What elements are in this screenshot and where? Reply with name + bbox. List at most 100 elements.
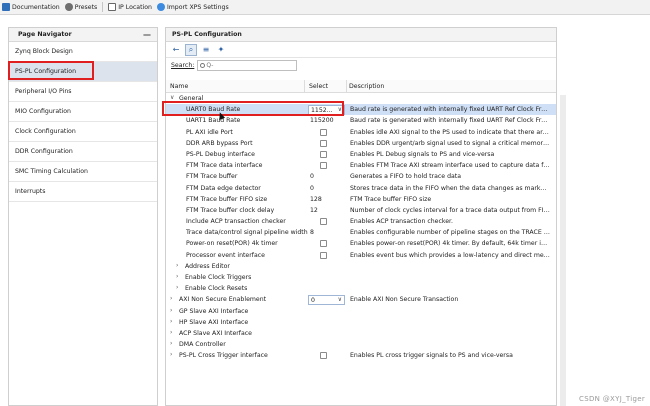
column-divider[interactable] (304, 80, 305, 93)
expand-all-icon[interactable]: ✦ (215, 44, 227, 56)
tree-row-label: UART1 Baud Rate (186, 117, 241, 125)
tree-row[interactable]: › ACP Slave AXI Interface (166, 328, 556, 339)
chevron-right-icon[interactable]: › (170, 340, 172, 347)
tree-row[interactable]: Trace data/control signal pipeline width… (166, 227, 556, 238)
select-dropdown[interactable]: 0 ∨ (308, 295, 345, 306)
select-value[interactable]: 12 (310, 207, 318, 214)
row-description: Enables PL cross trigger signals to PS a… (350, 352, 513, 360)
row-description: Enables idle AXI signal to the PS used t… (350, 128, 550, 136)
search-icon[interactable]: ⌕ (185, 43, 197, 56)
tree-row[interactable]: › Enable Clock Triggers (166, 272, 556, 283)
tree-row[interactable]: › PS-PL Cross Trigger interface Enables PL… (166, 350, 556, 361)
select-value[interactable]: 115200 (310, 117, 334, 124)
page-navigator: Page Navigator — Zynq Block Design PS-PL … (8, 27, 158, 406)
tree-row-label: HP Slave AXI Interface (179, 318, 249, 326)
column-divider[interactable] (346, 80, 347, 93)
nav-item[interactable]: Interrupts (9, 182, 157, 202)
checkbox[interactable] (320, 162, 327, 170)
presets-button[interactable]: Presets (64, 3, 97, 11)
checkbox[interactable] (320, 352, 327, 360)
nav-item[interactable]: Clock Configuration (9, 122, 157, 142)
documentation-button[interactable]: Documentation (2, 3, 60, 11)
row-description: Enables DDR urgent/arb signal used to si… (350, 139, 550, 147)
nav-item[interactable]: MIO Configuration (9, 102, 157, 122)
tree-row[interactable]: › DMA Controller (166, 339, 556, 350)
select-value[interactable]: 128 (310, 196, 322, 203)
chevron-down-icon[interactable]: ∨ (170, 94, 174, 101)
tree-row[interactable]: › HP Slave AXI Interface (166, 317, 556, 328)
row-description: Baud rate is generated with internally f… (350, 117, 550, 125)
tree-row[interactable]: › Address Editor (166, 261, 556, 272)
back-arrow-icon[interactable]: ← (170, 44, 182, 56)
checkbox[interactable] (320, 139, 327, 147)
tree-row-label: Enable Clock Triggers (185, 274, 252, 281)
tree-row[interactable]: DDR ARB bypass Port Enables DDR urgent/ar… (166, 138, 556, 149)
tree-row-label: PS-PL Debug interface (186, 150, 255, 158)
row-description: Stores trace data in the FIFO when the d… (350, 184, 550, 192)
chevron-right-icon[interactable]: › (170, 329, 172, 336)
checkbox[interactable] (320, 240, 327, 248)
select-value[interactable]: 0 (310, 173, 314, 180)
nav-item[interactable]: Zynq Block Design (9, 42, 157, 62)
nav-item[interactable]: Peripheral I/O Pins (9, 82, 157, 102)
tree-row-label: DMA Controller (179, 341, 226, 349)
search-input[interactable] (206, 62, 287, 69)
checkbox[interactable] (320, 251, 327, 259)
tree-row[interactable]: PL AXI idle Port Enables idle AXI signal … (166, 127, 556, 138)
chevron-right-icon[interactable]: › (170, 318, 172, 325)
tree-row[interactable]: › AXI Non Secure Enablement 0 ∨ Enable AXI N… (166, 294, 556, 306)
tree-row-label: DDR ARB bypass Port (186, 139, 253, 147)
checkbox[interactable] (320, 128, 327, 136)
nav-item[interactable]: SMC Timing Calculation (9, 162, 157, 182)
page-navigator-header: Page Navigator — (9, 28, 157, 42)
chevron-right-icon[interactable]: › (176, 284, 178, 291)
tree-row-label: PL AXI idle Port (186, 128, 233, 136)
tree-row[interactable]: Include ACP transaction checker Enables A… (166, 216, 556, 227)
select-value[interactable]: 8 (310, 229, 314, 236)
import-xps-button[interactable]: Import XPS Settings (156, 3, 229, 11)
panel-menu-icon[interactable]: — (143, 30, 152, 39)
chevron-right-icon[interactable]: › (170, 295, 172, 302)
tree-row[interactable]: FTM Trace buffer 0 Generates a FIFO to hol… (166, 171, 556, 182)
tree-toolbar: ← ⌕ ≡ ✦ (166, 42, 556, 58)
ip-location-button[interactable]: IP Location (108, 3, 152, 11)
tree-row[interactable]: Power-on reset(POR) 4k timer Enables powe… (166, 238, 556, 249)
tree-row[interactable]: Processor event interface Enables event b… (166, 250, 556, 261)
row-description: Enables PL Debug signals to PS and vice-… (350, 150, 495, 158)
highlight-box (162, 101, 344, 116)
tree-row[interactable]: › Enable Clock Resets (166, 283, 556, 294)
collapse-all-icon[interactable]: ≡ (200, 44, 212, 56)
dropdown-value: 0 (311, 297, 315, 305)
tree-row[interactable]: FTM Trace data interface Enables FTM Trac… (166, 160, 556, 171)
row-description: Enables event bus which provides a low-l… (350, 251, 550, 259)
watermark: CSDN @XYJ_Tiger (579, 395, 645, 403)
chevron-right-icon[interactable]: › (170, 307, 172, 314)
tree-row-label: Power-on reset(POR) 4k timer (186, 240, 278, 248)
search-field[interactable] (197, 60, 298, 71)
column-headers: Name Select Description (166, 80, 556, 93)
tree-row[interactable]: FTM Data edge detector 0 Stores trace data… (166, 183, 556, 194)
import-icon (156, 3, 165, 11)
nav-item[interactable]: DDR Configuration (9, 142, 157, 162)
tree-row-label: FTM Trace data interface (186, 162, 263, 170)
checkbox[interactable] (320, 218, 327, 226)
tree-row[interactable]: FTM Trace buffer clock delay 12 Number of … (166, 205, 556, 216)
chevron-right-icon[interactable]: › (176, 273, 178, 280)
toolbar-divider (102, 2, 104, 12)
row-description: Number of clock cycles interval for a tr… (350, 206, 550, 214)
tree-row[interactable]: PS-PL Debug interface Enables PL Debug si… (166, 149, 556, 160)
tree-row[interactable]: › GP Slave AXI Interface (166, 306, 556, 317)
tree-row-label: FTM Data edge detector (186, 184, 261, 192)
chevron-right-icon[interactable]: › (170, 351, 172, 358)
tree-row-label: GP Slave AXI Interface (179, 307, 249, 315)
tree-row-label: FTM Trace buffer (186, 173, 238, 181)
row-description: Enable AXI Non Secure Transaction (350, 296, 459, 304)
tree-row[interactable]: FTM Trace buffer FIFO size 128 FTM Trace b… (166, 194, 556, 205)
row-description: Enables power-on reset(POR) 4k timer. By… (350, 240, 550, 248)
select-value[interactable]: 0 (310, 185, 314, 192)
row-description: Enables FTM Trace AXI stream interface u… (350, 162, 550, 170)
tree-row-label: FTM Trace buffer clock delay (186, 206, 275, 214)
vertical-scrollbar[interactable] (560, 95, 566, 406)
chevron-right-icon[interactable]: › (176, 262, 178, 269)
checkbox[interactable] (320, 150, 327, 158)
